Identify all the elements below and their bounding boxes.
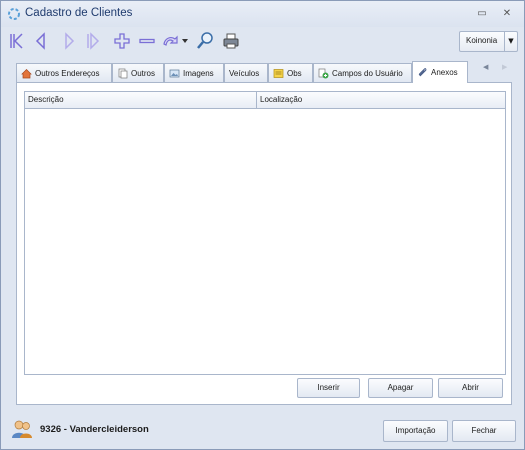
undo-icon[interactable]: [161, 31, 181, 51]
tab-veiculos[interactable]: Veículos: [224, 63, 268, 82]
tab-label: Campos do Usuário: [332, 68, 403, 78]
add-icon[interactable]: [112, 31, 132, 51]
attachments-grid[interactable]: Descrição Localização: [24, 91, 506, 375]
remove-icon[interactable]: [137, 31, 157, 51]
column-separator[interactable]: [256, 92, 257, 108]
open-button-label: Abrir: [462, 383, 479, 392]
tab-scroll-left-icon[interactable]: ◀: [483, 63, 488, 71]
import-button[interactable]: Importação: [383, 420, 448, 442]
delete-button-label: Apagar: [387, 383, 414, 392]
first-icon[interactable]: [7, 31, 27, 51]
tab-anexos[interactable]: Anexos: [412, 61, 468, 83]
tab-obs[interactable]: Obs: [268, 63, 313, 82]
search-icon[interactable]: [195, 31, 215, 51]
previous-icon[interactable]: [31, 31, 51, 51]
company-label: Koinonia: [466, 36, 498, 45]
tab-outros[interactable]: Outros: [112, 63, 164, 82]
attachments-panel: Descrição Localização Inserir Apagar Abr…: [16, 82, 512, 405]
next-icon[interactable]: [59, 31, 79, 51]
tab-imagens[interactable]: Imagens: [164, 63, 224, 82]
window-title: Cadastro de Clientes: [25, 7, 133, 19]
user-fields-icon: [318, 68, 329, 78]
tab-label: Outros Endereços: [35, 68, 100, 78]
last-icon[interactable]: [84, 31, 104, 51]
image-icon: [169, 69, 180, 77]
company-dropdown[interactable]: Koinonia ▼: [459, 31, 518, 52]
client-name: 9326 - Vandercleiderson: [40, 424, 149, 435]
chevron-down-icon[interactable]: ▼: [504, 32, 517, 51]
print-icon[interactable]: [221, 31, 241, 51]
import-button-label: Importação: [395, 426, 436, 435]
close-window-button[interactable]: ✕: [500, 7, 514, 21]
tab-outros-enderecos[interactable]: Outros Endereços: [16, 63, 112, 82]
insert-button-label: Inserir: [317, 383, 340, 392]
paperclip-icon: [418, 68, 427, 77]
title-bar: Cadastro de Clientes ▭ ✕: [1, 1, 524, 27]
tab-label: Outros: [131, 68, 156, 78]
minimize-button[interactable]: ▭: [475, 7, 489, 21]
tab-label: Veículos: [229, 68, 260, 78]
tab-label: Imagens: [183, 68, 214, 78]
insert-button[interactable]: Inserir: [297, 378, 360, 398]
house-icon: [21, 68, 32, 78]
tab-label: Anexos: [431, 68, 458, 77]
close-button[interactable]: Fechar: [452, 420, 516, 442]
tab-scroll-right-icon[interactable]: ▶: [502, 63, 507, 71]
documents-icon: [118, 68, 128, 78]
close-button-label: Fechar: [471, 426, 497, 435]
delete-button[interactable]: Apagar: [368, 378, 433, 398]
tab-label: Obs: [287, 68, 302, 78]
open-button[interactable]: Abrir: [438, 378, 503, 398]
app-icon: [8, 8, 20, 20]
note-icon: [273, 68, 284, 78]
tab-campos-do-usuario[interactable]: Campos do Usuário: [313, 63, 412, 82]
client-registration-window: Cadastro de Clientes ▭ ✕ Koinonia ▼ Outr…: [0, 0, 525, 450]
column-descricao[interactable]: Descrição: [28, 95, 64, 104]
client-avatar-icon: [12, 420, 32, 438]
column-localizacao[interactable]: Localização: [260, 95, 302, 104]
grid-header: Descrição Localização: [25, 92, 505, 109]
undo-dropdown-icon[interactable]: [182, 39, 188, 43]
